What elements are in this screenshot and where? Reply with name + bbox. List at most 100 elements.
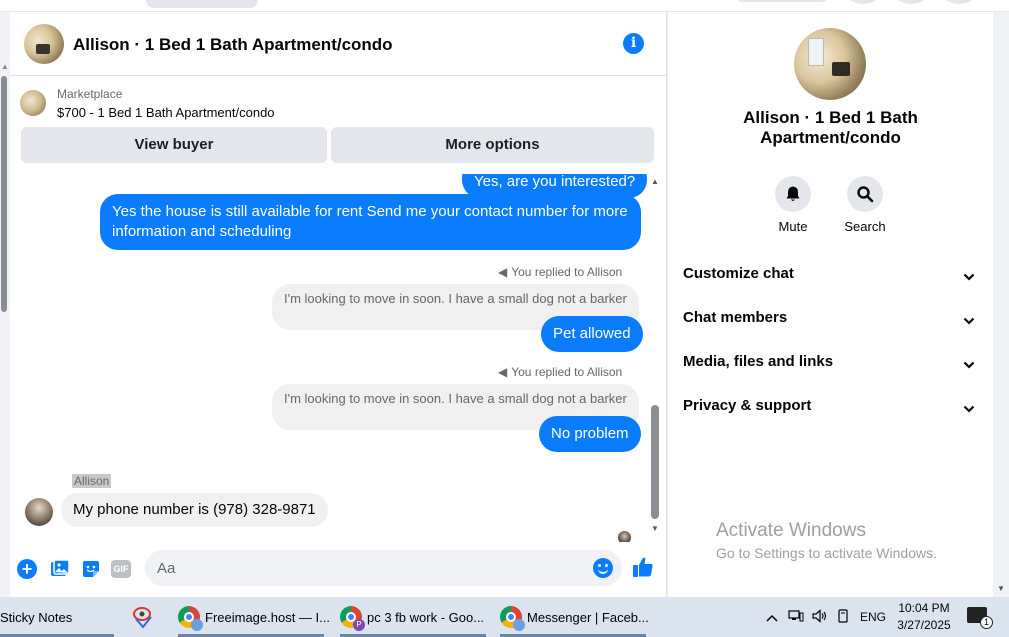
notification-icon[interactable]: 1 bbox=[967, 607, 993, 629]
chrome-icon bbox=[178, 606, 203, 631]
view-buyer-button[interactable]: View buyer bbox=[21, 127, 327, 163]
scrollbar-thumb[interactable] bbox=[1, 76, 7, 312]
chevron-down-icon bbox=[963, 313, 975, 330]
outgoing-message[interactable]: Yes the house is still available for ren… bbox=[100, 194, 641, 250]
language-indicator[interactable]: ENG bbox=[860, 610, 886, 624]
bell-icon[interactable] bbox=[775, 176, 811, 212]
conversation-avatar[interactable] bbox=[24, 24, 64, 64]
outgoing-message[interactable]: Pet allowed bbox=[541, 316, 643, 352]
top-avatar[interactable] bbox=[942, 0, 976, 4]
listing-title[interactable]: $700 - 1 Bed 1 Bath Apartment/condo bbox=[57, 105, 275, 120]
chevron-up-icon[interactable] bbox=[764, 610, 780, 625]
section-label: Media, files and links bbox=[683, 353, 834, 370]
taskbar-label: Messenger | Faceb... bbox=[527, 609, 649, 625]
screen: ▲ Allison · 1 Bed 1 Bath Apartment/condo… bbox=[0, 0, 1009, 637]
reply-indicator: ◀ You replied to Allison bbox=[498, 265, 622, 279]
taskbar-item-freeimage[interactable]: Freeimage.host — I... bbox=[178, 597, 330, 637]
taskbar-label: pc 3 fb work - Goo... bbox=[367, 609, 485, 625]
scrollbar-thumb[interactable] bbox=[651, 405, 659, 519]
taskbar-label: Sticky Notes bbox=[0, 609, 73, 625]
search-action[interactable]: Search bbox=[840, 176, 890, 234]
search-label: Search bbox=[844, 219, 886, 234]
message-input[interactable] bbox=[157, 550, 587, 586]
incoming-message[interactable]: My phone number is (978) 328-9871 bbox=[61, 493, 328, 527]
taskbar: Sticky Notes Freeimage.host — I... P pc … bbox=[0, 597, 1009, 637]
reply-arrow-icon: ◀ bbox=[498, 365, 508, 379]
scroll-up-arrow-icon[interactable]: ▲ bbox=[651, 177, 659, 186]
sender-avatar[interactable] bbox=[25, 498, 53, 526]
scroll-up-arrow-icon[interactable]: ▲ bbox=[1, 62, 9, 71]
media-files-links-section[interactable]: Media, files and links bbox=[683, 353, 983, 377]
plus-icon[interactable]: + bbox=[17, 559, 37, 579]
mute-label: Mute bbox=[778, 219, 808, 234]
reply-arrow-icon: ◀ bbox=[498, 265, 508, 279]
info-icon[interactable]: i bbox=[623, 33, 644, 54]
clock-time: 10:04 PM bbox=[898, 601, 950, 615]
sender-name: Allison bbox=[72, 474, 112, 488]
browser-top-strip bbox=[0, 0, 1009, 12]
watermark-title: Activate Windows bbox=[716, 520, 866, 541]
chrome-icon: P bbox=[340, 606, 365, 631]
messages-scrollbar[interactable]: ▲ ▼ bbox=[650, 177, 660, 533]
more-options-button[interactable]: More options bbox=[331, 127, 654, 163]
details-panel: Allison · 1 Bed 1 Bath Apartment/condo M… bbox=[668, 12, 993, 597]
emoji-icon[interactable] bbox=[593, 558, 613, 578]
profile-badge-icon bbox=[513, 619, 525, 631]
volume-icon[interactable] bbox=[812, 608, 828, 626]
network-icon[interactable] bbox=[788, 609, 804, 626]
page-scrollbar[interactable]: ▲ bbox=[0, 62, 9, 582]
profile-badge-icon: P bbox=[353, 619, 365, 631]
activate-windows-watermark: Activate Windows Go to Settings to activ… bbox=[716, 520, 937, 561]
photo-icon[interactable] bbox=[49, 558, 71, 580]
top-pill[interactable] bbox=[736, 0, 828, 2]
profile-avatar[interactable] bbox=[794, 28, 866, 100]
chat-pane: Allison · 1 Bed 1 Bath Apartment/condo i… bbox=[10, 12, 667, 597]
section-label: Chat members bbox=[683, 309, 788, 326]
chat-header: Allison · 1 Bed 1 Bath Apartment/condo i bbox=[10, 12, 666, 76]
reply-indicator-text: You replied to Allison bbox=[511, 365, 623, 379]
seen-indicator-avatar bbox=[618, 531, 631, 542]
chrome-icon bbox=[500, 606, 525, 631]
notification-count: 1 bbox=[980, 616, 993, 629]
details-scrollbar[interactable]: ▼ bbox=[994, 12, 1009, 597]
thumbs-up-icon[interactable] bbox=[632, 556, 654, 583]
top-icon-button[interactable] bbox=[846, 0, 880, 4]
reply-indicator-text: You replied to Allison bbox=[511, 265, 623, 279]
watermark-subtitle: Go to Settings to activate Windows. bbox=[716, 545, 937, 561]
listing-thumbnail bbox=[20, 90, 46, 116]
customize-chat-section[interactable]: Customize chat bbox=[683, 265, 983, 289]
composer: + GIF bbox=[10, 546, 666, 592]
top-icon-button[interactable] bbox=[894, 0, 928, 4]
taskbar-item-google-doc[interactable]: P pc 3 fb work - Goo... bbox=[340, 597, 486, 637]
sticker-icon[interactable] bbox=[80, 558, 102, 580]
privacy-support-section[interactable]: Privacy & support bbox=[683, 397, 983, 421]
marketplace-label: Marketplace bbox=[57, 87, 123, 101]
taskbar-label: Freeimage.host — I... bbox=[205, 609, 330, 625]
system-tray: ENG bbox=[764, 597, 886, 637]
mute-action[interactable]: Mute bbox=[768, 176, 818, 234]
section-label: Privacy & support bbox=[683, 397, 812, 414]
clock-date: 3/27/2025 bbox=[897, 618, 951, 632]
chat-title[interactable]: Allison · 1 Bed 1 Bath Apartment/condo bbox=[73, 35, 393, 55]
profile-badge-icon bbox=[191, 619, 203, 631]
taskbar-item-messenger[interactable]: Messenger | Faceb... bbox=[500, 597, 649, 637]
gif-icon[interactable]: GIF bbox=[111, 560, 131, 578]
app-icon bbox=[133, 607, 152, 629]
chevron-down-icon bbox=[963, 269, 975, 286]
chevron-down-icon bbox=[963, 401, 975, 418]
section-label: Customize chat bbox=[683, 265, 794, 282]
tab-stub[interactable] bbox=[146, 0, 258, 8]
chat-members-section[interactable]: Chat members bbox=[683, 309, 983, 333]
marketplace-banner: Marketplace $700 - 1 Bed 1 Bath Apartmen… bbox=[10, 77, 666, 173]
message-list: Yes, are you interested? Yes the house i… bbox=[10, 174, 666, 542]
taskbar-item-app[interactable] bbox=[131, 597, 161, 637]
device-icon[interactable] bbox=[836, 608, 850, 626]
taskbar-item-sticky-notes[interactable]: Sticky Notes bbox=[0, 597, 114, 637]
search-icon[interactable] bbox=[847, 176, 883, 212]
scroll-down-arrow-icon[interactable]: ▼ bbox=[651, 524, 659, 533]
reply-indicator: ◀ You replied to Allison bbox=[498, 365, 622, 379]
message-input-box[interactable] bbox=[145, 550, 622, 586]
scroll-down-arrow-icon[interactable]: ▼ bbox=[997, 584, 1005, 593]
clock[interactable]: 10:04 PM 3/27/2025 bbox=[896, 600, 952, 634]
outgoing-message[interactable]: No problem bbox=[539, 416, 641, 452]
